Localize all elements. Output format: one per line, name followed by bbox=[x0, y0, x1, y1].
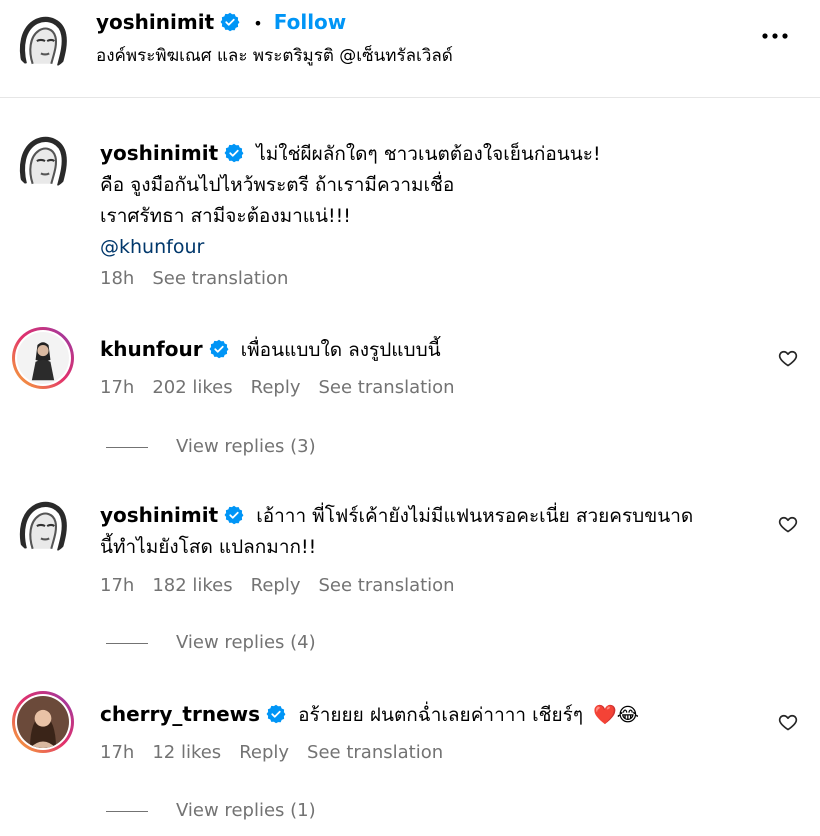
view-replies-button[interactable]: View replies (3) bbox=[106, 436, 316, 457]
avatar-image bbox=[17, 696, 69, 748]
like-heart-icon[interactable] bbox=[778, 348, 798, 368]
comment-time[interactable]: 17h bbox=[100, 575, 134, 596]
see-translation[interactable]: See translation bbox=[319, 377, 455, 398]
comment-meta-yoshinimit: 17h 182 likes Reply See translation bbox=[100, 575, 473, 596]
comment-body-cherry-trnews: cherry_trnews อร้ายยย ฝนตกฉ่ำเลยค่าาาา เ… bbox=[100, 699, 639, 731]
caption-time[interactable]: 18h bbox=[100, 268, 134, 289]
more-horizontal-icon bbox=[762, 33, 788, 39]
avatar-image bbox=[14, 132, 72, 190]
caption-meta: 18h See translation bbox=[100, 268, 306, 289]
caption-line-1: ไม่ใช่ผีผลักใดๆ ชาวเนตต้องใจเย็นก่อนนะ! bbox=[256, 143, 601, 165]
comment-avatar-khunfour[interactable] bbox=[12, 327, 74, 389]
avatar-image bbox=[14, 497, 72, 555]
reply-button[interactable]: Reply bbox=[251, 377, 301, 398]
comment-text-line-2: นี้ทำไมยังโสด แปลกมาก!! bbox=[100, 536, 317, 558]
comment-text-line-1: เอ้าาา พี่โฟร์เค้ายังไม่มีแฟนหรอคะเนี่ย … bbox=[256, 505, 694, 527]
see-translation[interactable]: See translation bbox=[307, 742, 443, 763]
comment-text: เพื่อนแบบใด ลงรูปแบบนี้ bbox=[240, 339, 441, 361]
reply-button[interactable]: Reply bbox=[251, 575, 301, 596]
post-author-username[interactable]: yoshinimit bbox=[96, 10, 214, 34]
comment-meta-khunfour: 17h 202 likes Reply See translation bbox=[100, 377, 473, 398]
verified-badge-icon bbox=[266, 704, 286, 724]
avatar-image bbox=[14, 12, 72, 70]
comment-username[interactable]: yoshinimit bbox=[100, 503, 218, 527]
caption-see-translation[interactable]: See translation bbox=[152, 268, 288, 289]
comment-avatar-cherry-trnews[interactable] bbox=[12, 691, 74, 753]
like-heart-icon[interactable] bbox=[778, 514, 798, 534]
view-replies-line bbox=[106, 446, 148, 448]
avatar-image bbox=[17, 332, 69, 384]
comment-likes[interactable]: 12 likes bbox=[152, 742, 221, 763]
view-replies-label: View replies (1) bbox=[176, 800, 316, 821]
caption-author-avatar[interactable] bbox=[14, 132, 72, 190]
view-replies-label: View replies (4) bbox=[176, 632, 316, 653]
caption-body: yoshinimit ไม่ใช่ผีผลักใดๆ ชาวเนตต้องใจเ… bbox=[100, 138, 780, 263]
comment-username[interactable]: cherry_trnews bbox=[100, 702, 260, 726]
comment-body-yoshinimit: yoshinimit เอ้าาา พี่โฟร์เค้ายังไม่มีแฟน… bbox=[100, 500, 780, 563]
comment-likes[interactable]: 182 likes bbox=[152, 575, 232, 596]
view-replies-line bbox=[106, 810, 148, 812]
caption-mention-link[interactable]: @khunfour bbox=[100, 232, 780, 263]
comment-avatar-yoshinimit[interactable] bbox=[14, 497, 72, 555]
separator-dot: • bbox=[253, 14, 263, 33]
verified-badge-icon bbox=[209, 339, 229, 359]
verified-badge-icon bbox=[224, 143, 244, 163]
view-replies-label: View replies (3) bbox=[176, 436, 316, 457]
post-header: yoshinimit • Follow bbox=[96, 10, 346, 34]
caption-line-3: เราศรัทธา สามีจะต้องมาแน่!!! bbox=[100, 205, 351, 227]
comment-text: อร้ายยย ฝนตกฉ่ำเลยค่าาาา เชียร์ๆ bbox=[298, 704, 584, 726]
comment-body-khunfour: khunfour เพื่อนแบบใด ลงรูปแบบนี้ bbox=[100, 334, 441, 366]
like-heart-icon[interactable] bbox=[778, 712, 798, 732]
post-location[interactable]: องค์พระพิฆเณศ และ พระตริมูรติ @เซ็นทรัลเ… bbox=[96, 42, 453, 69]
more-options-button[interactable] bbox=[760, 28, 790, 42]
reply-button[interactable]: Reply bbox=[239, 742, 289, 763]
verified-badge-icon bbox=[220, 12, 240, 32]
view-replies-line bbox=[106, 642, 148, 644]
post-author-avatar[interactable] bbox=[14, 12, 72, 70]
verified-badge-icon bbox=[224, 505, 244, 525]
comment-meta-cherry-trnews: 17h 12 likes Reply See translation bbox=[100, 742, 461, 763]
view-replies-button[interactable]: View replies (4) bbox=[106, 632, 316, 653]
follow-button[interactable]: Follow bbox=[274, 10, 347, 34]
comment-likes[interactable]: 202 likes bbox=[152, 377, 232, 398]
see-translation[interactable]: See translation bbox=[319, 575, 455, 596]
emoji-heart-laugh: ❤️😂 bbox=[593, 704, 639, 726]
caption-line-2: คือ จูงมือกันไปไหว้พระตรี ถ้าเรามีความเช… bbox=[100, 174, 455, 196]
view-replies-button[interactable]: View replies (1) bbox=[106, 800, 316, 821]
caption-author-username[interactable]: yoshinimit bbox=[100, 141, 218, 165]
comment-time[interactable]: 17h bbox=[100, 742, 134, 763]
comment-username[interactable]: khunfour bbox=[100, 337, 203, 361]
header-divider bbox=[0, 97, 820, 98]
comment-time[interactable]: 17h bbox=[100, 377, 134, 398]
